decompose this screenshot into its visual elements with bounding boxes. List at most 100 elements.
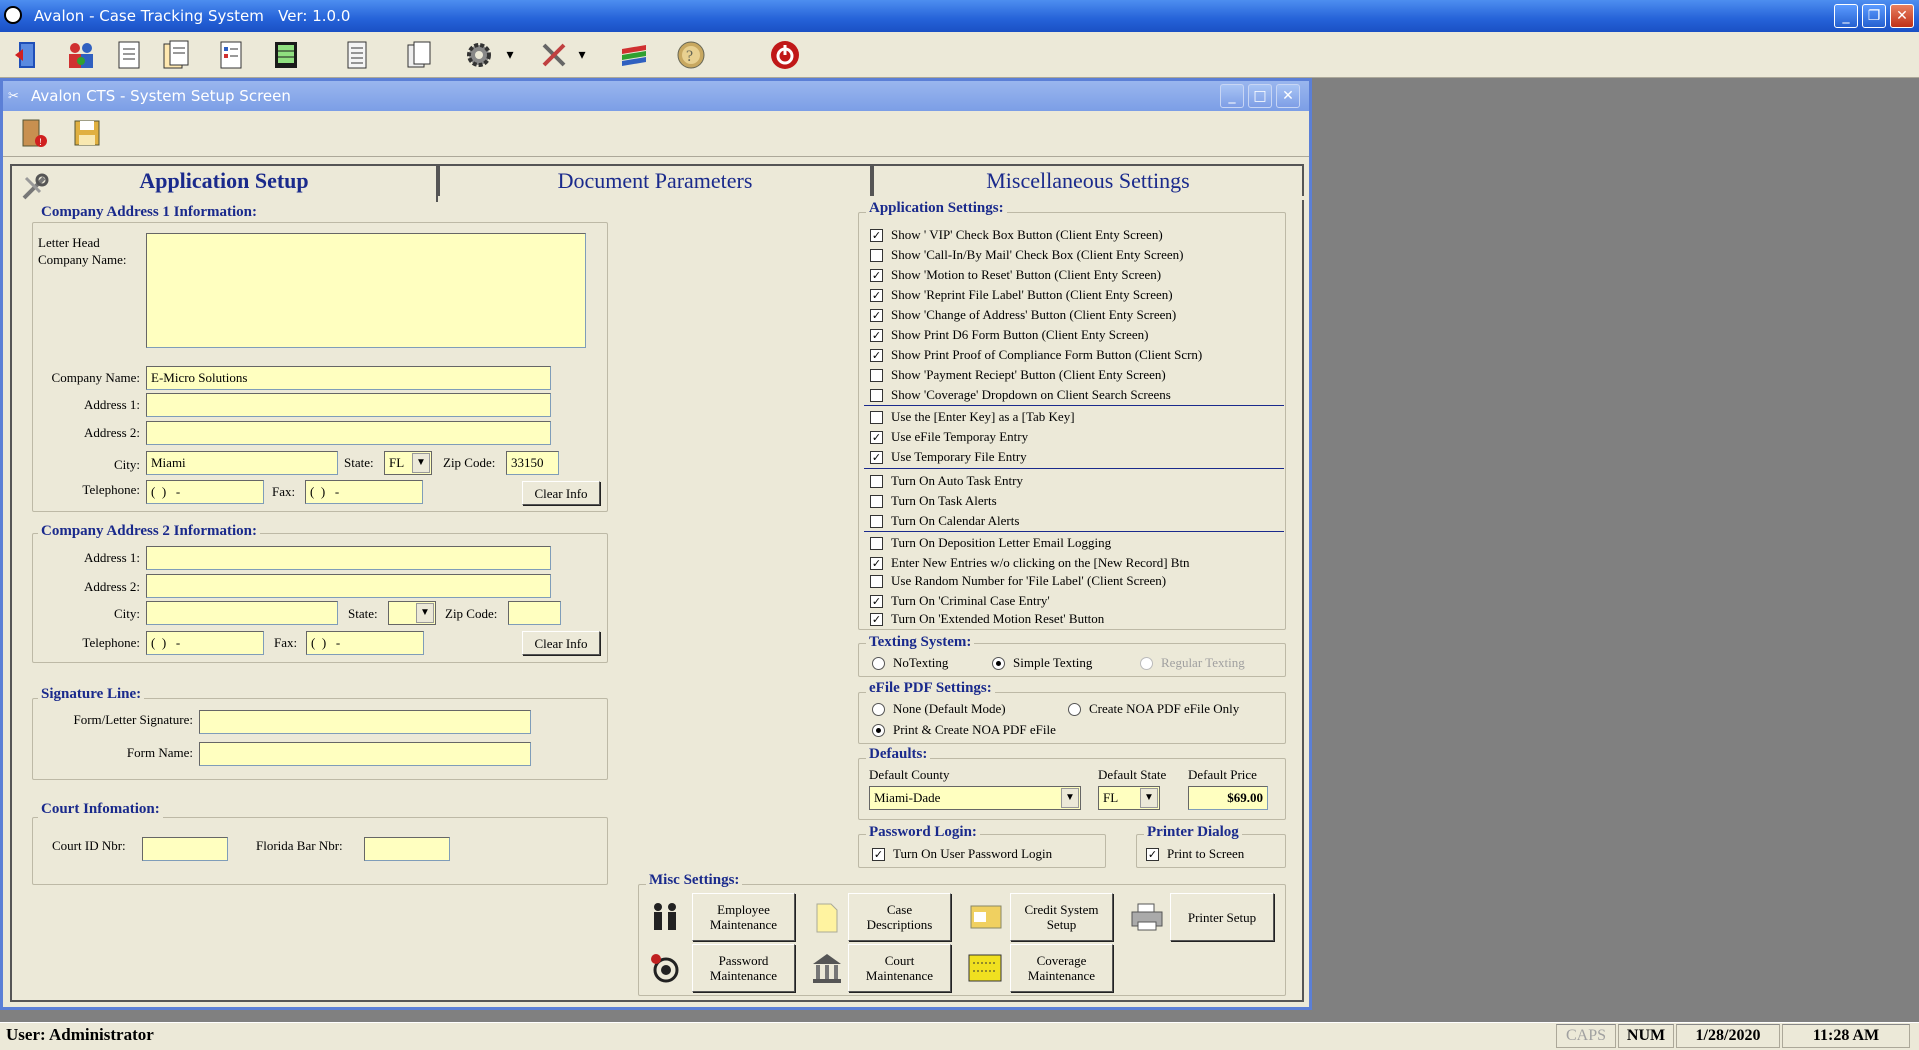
radio-circle[interactable] (872, 702, 885, 716)
setting-checkbox[interactable]: ✓ Use Temporary File Entry (870, 448, 1027, 466)
people-icon[interactable] (62, 36, 100, 74)
credit-system-setup-button[interactable]: Credit System Setup (1010, 893, 1113, 941)
setting-checkbox[interactable]: ✓ Turn On 'Extended Motion Reset' Button (870, 610, 1104, 628)
scroll-icon[interactable] (338, 36, 376, 74)
court-maintenance-button[interactable]: Court Maintenance (848, 944, 951, 992)
documents-icon[interactable] (157, 36, 195, 74)
telephone-field[interactable]: ( ) - (146, 480, 264, 504)
default-state-select[interactable]: FL ▼ (1098, 786, 1160, 810)
signature-field[interactable] (199, 710, 531, 734)
setting-checkbox[interactable]: Show 'Payment Reciept' Button (Client En… (870, 366, 1166, 384)
checkbox-print-to-screen[interactable]: ✓ Print to Screen (1146, 845, 1244, 863)
layers-icon[interactable] (615, 36, 653, 74)
zip-field[interactable]: 33150 (506, 451, 559, 475)
default-price-field[interactable]: $69.00 (1188, 786, 1268, 810)
checkbox-box[interactable]: ✓ (870, 450, 883, 464)
setting-checkbox[interactable]: Turn On Calendar Alerts (870, 512, 1019, 530)
setting-checkbox[interactable]: ✓ Enter New Entries w/o clicking on the [… (870, 554, 1190, 572)
help-icon[interactable]: ? (672, 36, 710, 74)
chevron-down-icon[interactable]: ▼ (1061, 788, 1079, 808)
close-button[interactable]: ✕ (1890, 4, 1914, 28)
tools-dropdown-icon[interactable]: ▾ (572, 36, 592, 74)
coverage-maintenance-button[interactable]: Coverage Maintenance (1010, 944, 1113, 992)
radio-circle[interactable] (1068, 702, 1081, 716)
checkbox-user-password-login[interactable]: ✓ Turn On User Password Login (872, 845, 1052, 863)
printer-setup-button[interactable]: Printer Setup (1170, 893, 1274, 941)
setting-checkbox[interactable]: ✓ Show 'Reprint File Label' Button (Clien… (870, 286, 1173, 304)
window-maximize-button[interactable]: □ (1248, 84, 1272, 108)
florida-bar-field[interactable] (364, 837, 450, 861)
checkbox-box[interactable] (870, 474, 883, 488)
document-icon[interactable] (110, 36, 148, 74)
radio-circle[interactable] (992, 656, 1005, 670)
chevron-down-icon[interactable]: ▼ (416, 603, 434, 623)
exit-icon[interactable]: ! (14, 114, 52, 152)
gear-dropdown-icon[interactable]: ▾ (500, 36, 520, 74)
default-county-select[interactable]: Miami-Dade ▼ (869, 786, 1081, 810)
checkbox-box[interactable] (870, 574, 883, 588)
setting-checkbox[interactable]: ✓ Turn On 'Criminal Case Entry' (870, 592, 1050, 610)
exit-door-icon[interactable] (8, 36, 46, 74)
checkbox-box[interactable] (870, 368, 883, 382)
radio-efile-create-only[interactable]: Create NOA PDF eFile Only (1068, 700, 1239, 718)
clear-info-button-2[interactable]: Clear Info (522, 631, 600, 655)
radio-simple-texting[interactable]: Simple Texting (992, 654, 1092, 672)
chevron-down-icon[interactable]: ▼ (1140, 788, 1158, 808)
employee-maintenance-button[interactable]: Employee Maintenance (692, 893, 795, 941)
setting-checkbox[interactable]: ✓ Show 'Motion to Reset' Button (Client E… (870, 266, 1161, 284)
address2-field-2[interactable] (146, 574, 551, 598)
checklist-icon[interactable] (212, 36, 250, 74)
zip-field-2[interactable] (508, 601, 561, 625)
checkbox-box[interactable]: ✓ (870, 288, 883, 302)
setting-checkbox[interactable]: Turn On Deposition Letter Email Logging (870, 534, 1111, 552)
radio-no-texting[interactable]: NoTexting (872, 654, 948, 672)
ledger-icon[interactable] (267, 36, 305, 74)
chevron-down-icon[interactable]: ▼ (412, 453, 430, 473)
checkbox-box[interactable] (870, 514, 883, 528)
fax-field[interactable]: ( ) - (305, 480, 423, 504)
setting-checkbox[interactable]: Turn On Auto Task Entry (870, 472, 1023, 490)
setting-checkbox[interactable]: Show 'Coverage' Dropdown on Client Searc… (870, 386, 1171, 404)
save-icon[interactable] (68, 114, 106, 152)
checkbox-box[interactable]: ✓ (870, 430, 883, 444)
setting-checkbox[interactable]: ✓ Show Print Proof of Compliance Form But… (870, 346, 1202, 364)
radio-efile-none[interactable]: None (Default Mode) (872, 700, 1006, 718)
restore-button[interactable]: ❐ (1862, 4, 1886, 28)
checkbox-box[interactable]: ✓ (870, 308, 883, 322)
case-descriptions-button[interactable]: Case Descriptions (848, 893, 951, 941)
city-field-2[interactable] (146, 601, 338, 625)
tools-icon[interactable] (535, 36, 573, 74)
checkbox-box[interactable] (870, 494, 883, 508)
checkbox-box[interactable] (870, 410, 883, 424)
checkbox-box[interactable]: ✓ (870, 328, 883, 342)
radio-circle[interactable] (872, 656, 885, 670)
tab-document-parameters[interactable]: Document Parameters (438, 164, 872, 196)
checkbox-box[interactable]: ✓ (870, 348, 883, 362)
setting-checkbox[interactable]: Use the [Enter Key] as a [Tab Key] (870, 408, 1075, 426)
tab-miscellaneous-settings[interactable]: Miscellaneous Settings (872, 164, 1304, 196)
checkbox-box[interactable]: ✓ (870, 556, 883, 570)
form-name-field[interactable] (199, 742, 531, 766)
state-select-2[interactable]: ▼ (388, 601, 436, 625)
setting-checkbox[interactable]: Show 'Call-In/By Mail' Check Box (Client… (870, 246, 1183, 264)
radio-efile-print-create[interactable]: Print & Create NOA PDF eFile (872, 721, 1056, 739)
gear-icon[interactable] (462, 36, 500, 74)
pages-icon[interactable] (400, 36, 438, 74)
tab-application-setup[interactable]: Application Setup (10, 164, 438, 202)
checkbox-box[interactable] (870, 248, 883, 262)
setting-checkbox[interactable]: ✓ Show 'Change of Address' Button (Client… (870, 306, 1176, 324)
letterhead-company-name-field[interactable] (146, 233, 586, 348)
address1-field[interactable] (146, 393, 551, 417)
checkbox-box[interactable]: ✓ (870, 612, 883, 626)
password-maintenance-button[interactable]: Password Maintenance (692, 944, 795, 992)
checkbox-box[interactable] (870, 536, 883, 550)
minimize-button[interactable]: _ (1834, 4, 1858, 28)
window-close-button[interactable]: ✕ (1276, 84, 1300, 108)
setting-checkbox[interactable]: Turn On Task Alerts (870, 492, 997, 510)
checkbox-box[interactable] (870, 388, 883, 402)
clear-info-button-1[interactable]: Clear Info (522, 481, 600, 505)
checkbox-box[interactable]: ✓ (1146, 847, 1159, 861)
court-id-field[interactable] (142, 837, 228, 861)
setting-checkbox[interactable]: ✓ Show ' VIP' Check Box Button (Client En… (870, 226, 1163, 244)
checkbox-box[interactable]: ✓ (870, 228, 883, 242)
